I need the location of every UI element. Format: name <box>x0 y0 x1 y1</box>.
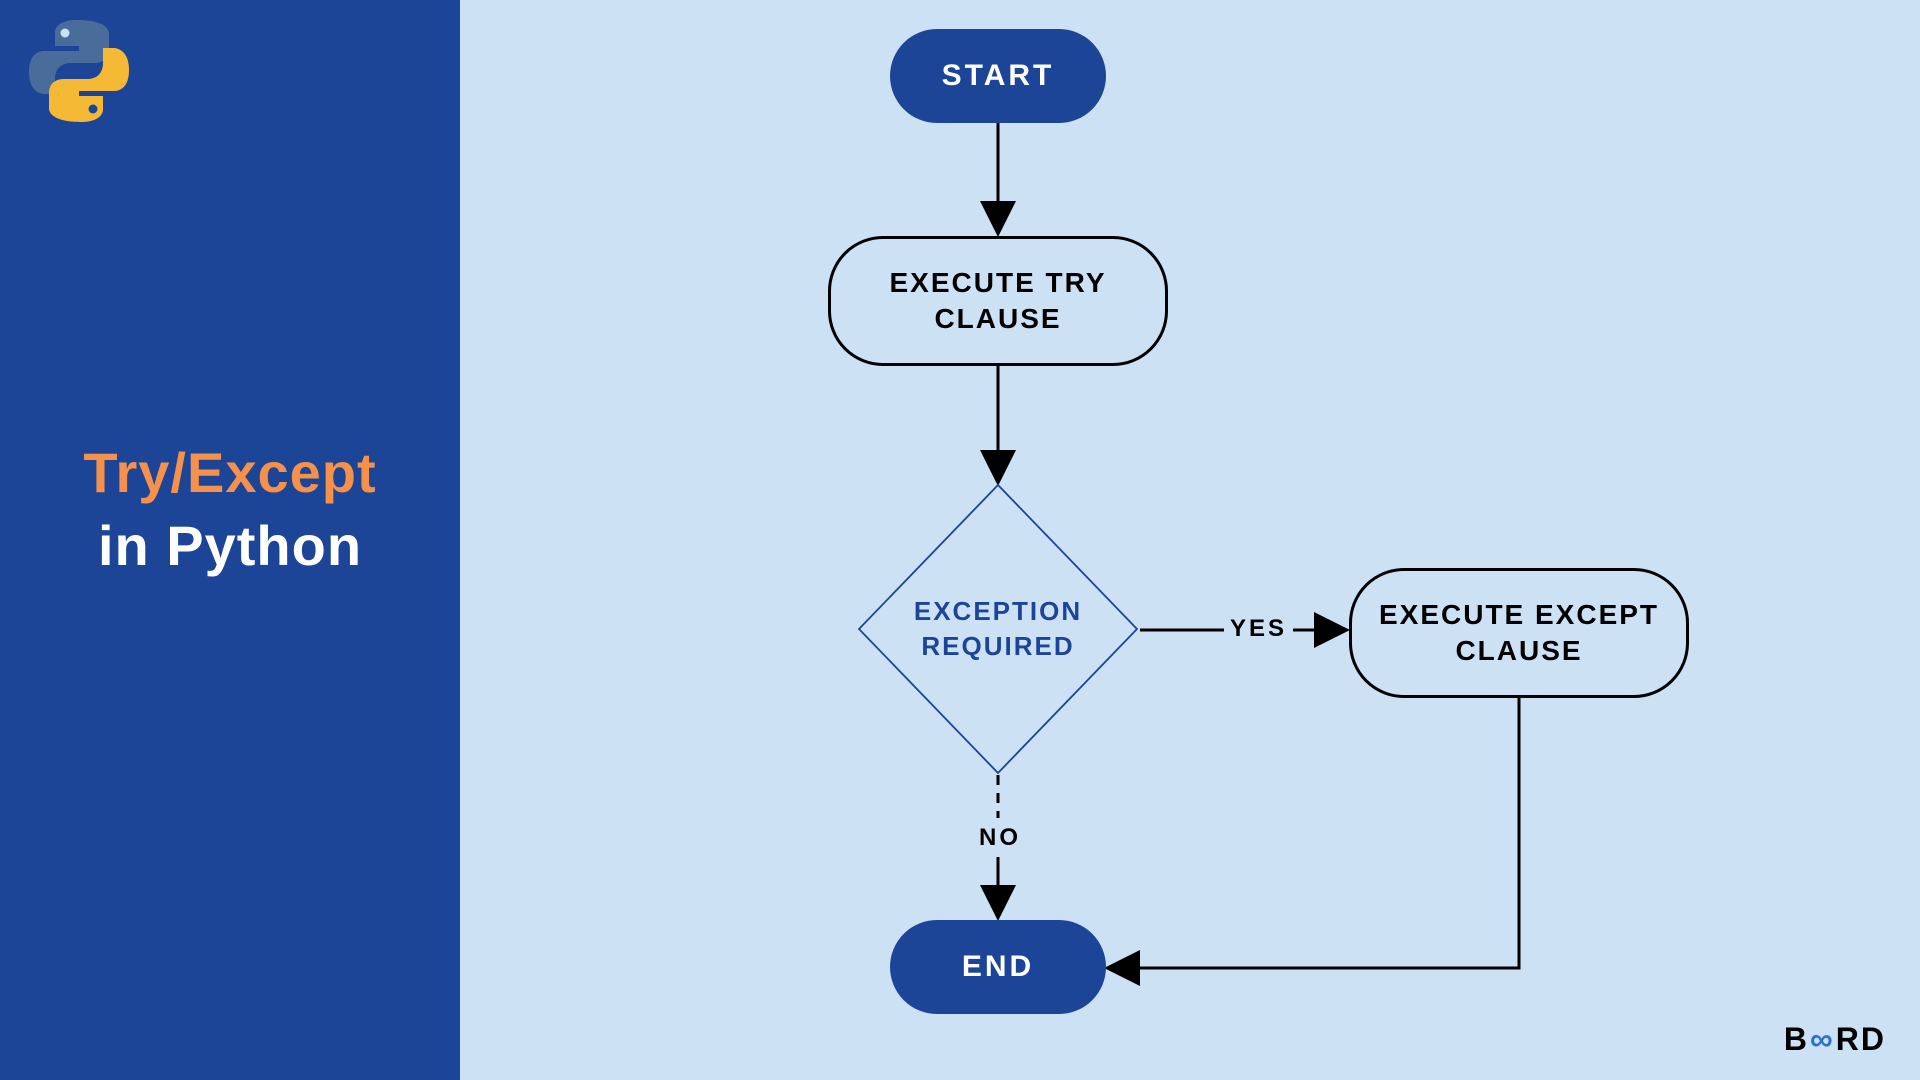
label-yes: YES <box>1230 615 1287 643</box>
infinity-icon: ∞ <box>1810 1021 1835 1058</box>
node-execute-except-label: EXECUTE EXCEPT CLAUSE <box>1352 597 1686 670</box>
node-end: END <box>890 920 1106 1014</box>
sidebar: Try/Except in Python <box>0 0 460 1080</box>
logo-suffix: RD <box>1836 1021 1886 1058</box>
node-start: START <box>890 29 1106 123</box>
brand-logo: B∞RD <box>1784 1021 1886 1058</box>
node-start-label: START <box>942 59 1055 93</box>
page-title: Try/Except in Python <box>0 440 460 578</box>
node-decision-label: EXCEPTION REQUIRED <box>903 594 1093 664</box>
label-no: NO <box>979 824 1021 852</box>
node-execute-except: EXECUTE EXCEPT CLAUSE <box>1349 568 1689 698</box>
node-execute-try-label: EXECUTE TRY CLAUSE <box>831 265 1165 338</box>
node-end-label: END <box>962 950 1034 984</box>
title-line-1: Try/Except <box>0 440 460 505</box>
title-line-2: in Python <box>0 513 460 578</box>
node-execute-try: EXECUTE TRY CLAUSE <box>828 236 1168 366</box>
logo-prefix: B <box>1784 1021 1809 1058</box>
python-icon <box>25 18 133 129</box>
node-decision: EXCEPTION REQUIRED <box>858 484 1138 774</box>
